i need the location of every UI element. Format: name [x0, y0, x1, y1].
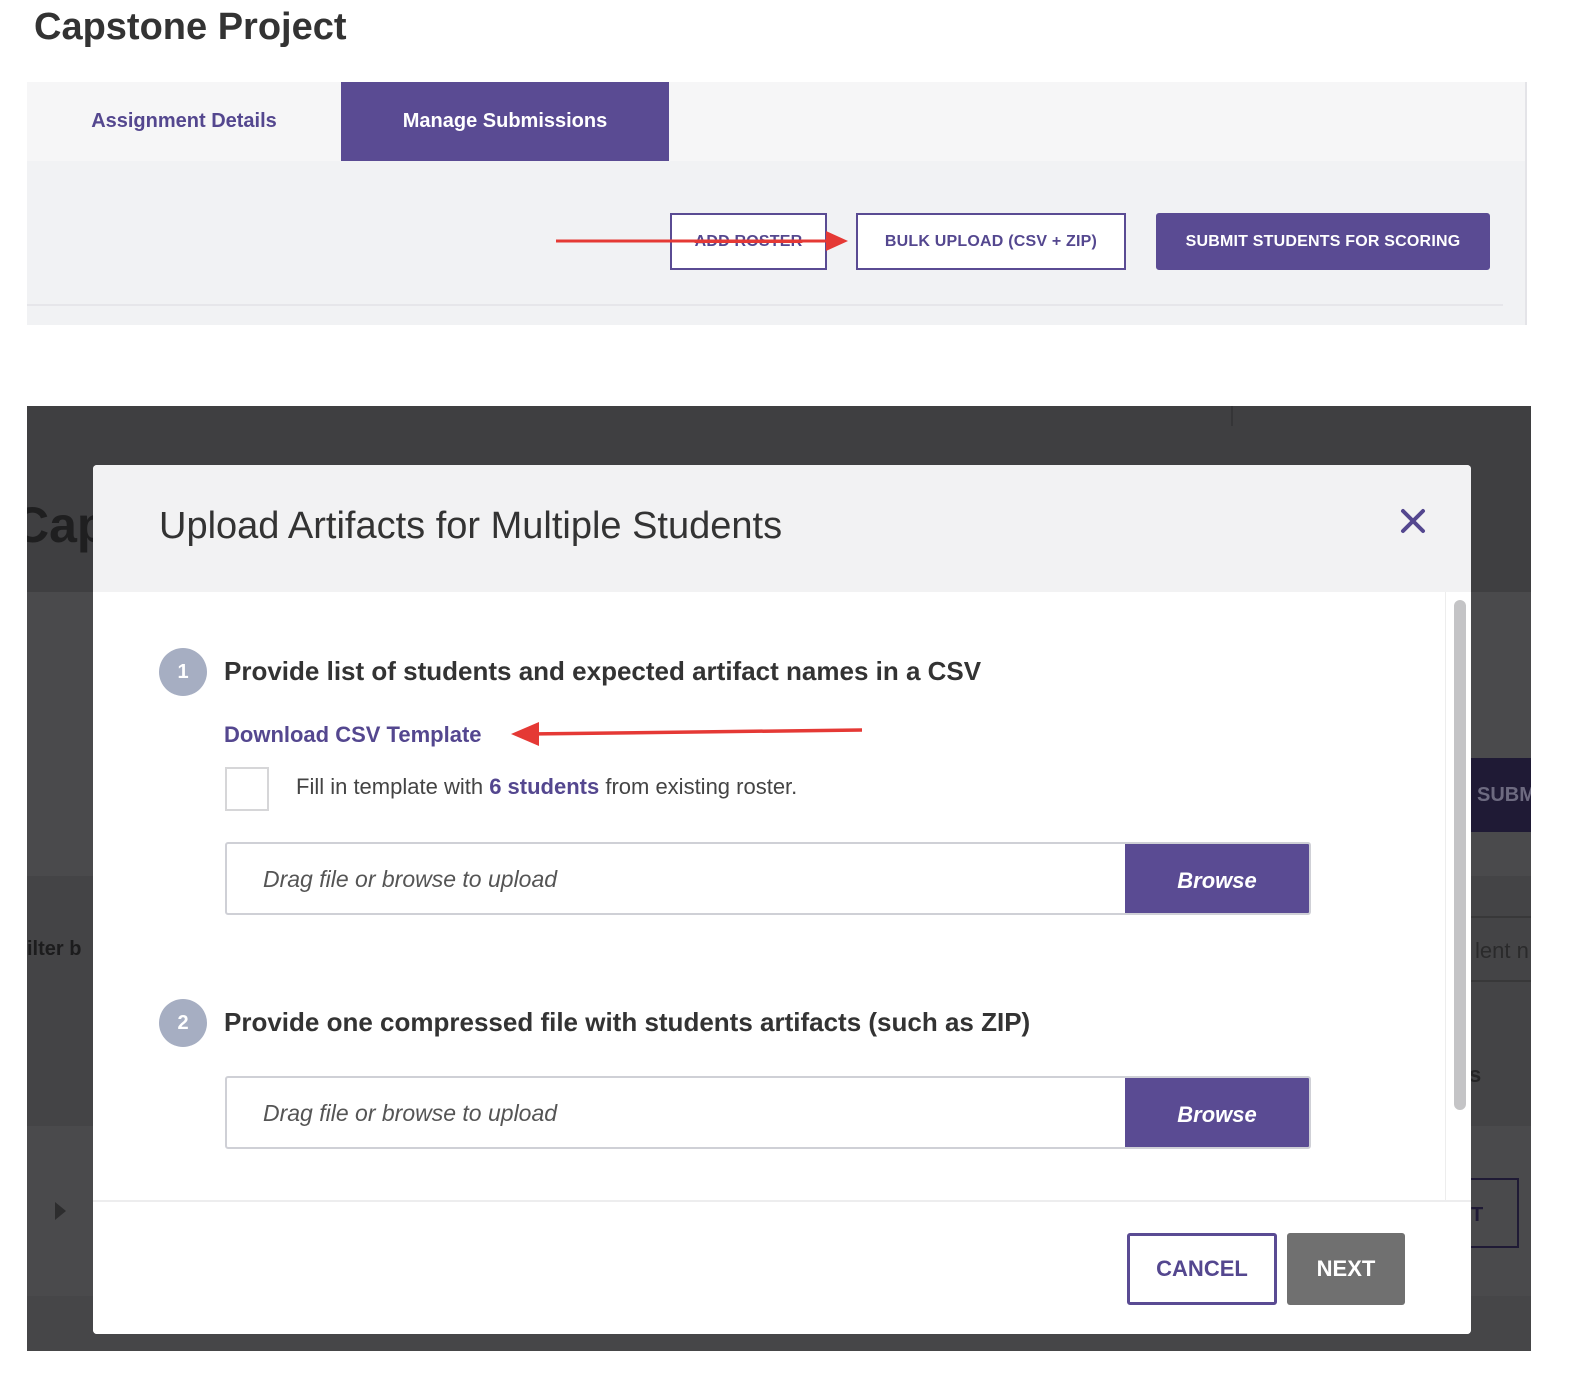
- close-icon[interactable]: [1397, 505, 1429, 537]
- csv-browse-button[interactable]: Browse: [1125, 844, 1309, 913]
- bottom-screenshot-panel: Cap ilter b SUBM lent n s T Upload Artif…: [27, 406, 1531, 1351]
- modal-body: 1 Provide list of students and expected …: [93, 592, 1445, 1200]
- zip-browse-button[interactable]: Browse: [1125, 1078, 1309, 1147]
- fill-suffix: from existing roster.: [599, 774, 798, 799]
- tab-bar: Assignment Details Manage Submissions: [27, 82, 1525, 161]
- fill-template-label: Fill in template with 6 students from ex…: [296, 774, 797, 800]
- download-csv-template-link[interactable]: Download CSV Template: [224, 722, 482, 748]
- scrollbar-thumb[interactable]: [1454, 600, 1466, 1110]
- top-screenshot-panel: Capstone Project Assignment Details Mana…: [0, 0, 1584, 340]
- submit-students-button[interactable]: SUBMIT STUDENTS FOR SCORING: [1156, 213, 1490, 270]
- upload-artifacts-modal: Upload Artifacts for Multiple Students 1…: [93, 465, 1471, 1334]
- background-divider: [1231, 406, 1233, 426]
- zip-upload-placeholder: Drag file or browse to upload: [263, 1100, 558, 1126]
- background-caret-icon: [55, 1202, 66, 1220]
- modal-header: Upload Artifacts for Multiple Students: [93, 465, 1471, 592]
- tab-assignment-details[interactable]: Assignment Details: [27, 82, 341, 161]
- cancel-button[interactable]: CANCEL: [1127, 1233, 1277, 1305]
- modal-scrollbar[interactable]: [1445, 592, 1471, 1200]
- fill-prefix: Fill in template with: [296, 774, 490, 799]
- background-search-input: lent n: [1467, 916, 1531, 982]
- step-2-badge: 2: [159, 999, 207, 1047]
- background-submit-button: SUBM: [1467, 758, 1531, 832]
- students-count-link[interactable]: 6 students: [489, 774, 599, 799]
- fill-template-checkbox[interactable]: [225, 767, 269, 811]
- step-2-text: Provide one compressed file with student…: [224, 1007, 1031, 1037]
- add-roster-button[interactable]: ADD ROSTER: [670, 213, 827, 270]
- background-button: T: [1467, 1178, 1519, 1248]
- background-filter-label: ilter b: [27, 938, 82, 960]
- tab-manage-submissions[interactable]: Manage Submissions: [341, 82, 669, 161]
- zip-upload-dropzone[interactable]: Drag file or browse to upload Browse: [225, 1076, 1311, 1149]
- divider: [27, 304, 1503, 306]
- page-title: Capstone Project: [34, 6, 347, 48]
- csv-upload-placeholder: Drag file or browse to upload: [263, 866, 558, 892]
- step-1-text: Provide list of students and expected ar…: [224, 656, 982, 686]
- step-1-badge: 1: [159, 648, 207, 696]
- modal-footer: CANCEL NEXT: [93, 1200, 1471, 1334]
- csv-upload-dropzone[interactable]: Drag file or browse to upload Browse: [225, 842, 1311, 915]
- bulk-upload-button[interactable]: BULK UPLOAD (CSV + ZIP): [856, 213, 1126, 270]
- modal-title: Upload Artifacts for Multiple Students: [159, 505, 783, 547]
- next-button[interactable]: NEXT: [1287, 1233, 1405, 1305]
